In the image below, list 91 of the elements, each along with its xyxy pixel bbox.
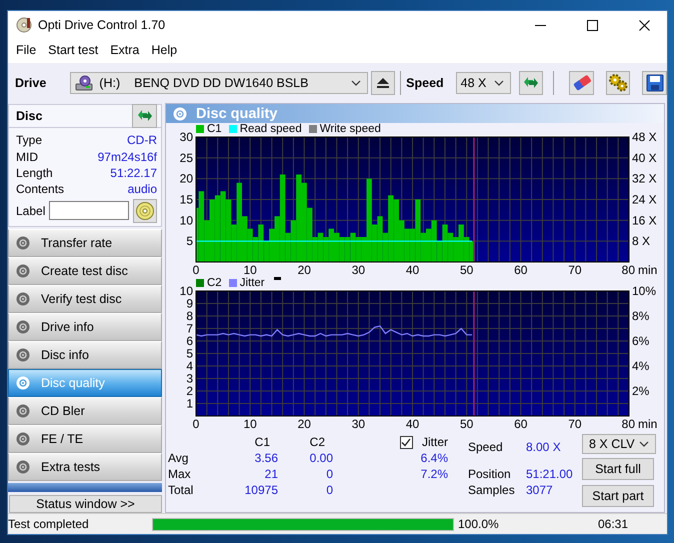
stat-value: 0 <box>325 466 333 482</box>
axis-label: 6% <box>632 334 650 348</box>
legend-label: Write speed <box>320 123 381 135</box>
axis-label: 6 <box>186 334 193 348</box>
field-label: Label <box>16 204 46 218</box>
legend-label: Jitter <box>240 277 265 289</box>
section-title: Disc <box>16 109 42 123</box>
axis-label: 25 <box>180 150 193 165</box>
field-value: audio <box>128 182 157 196</box>
stat-value: 10975 <box>244 482 278 498</box>
stat-value: 3.56 <box>254 450 278 466</box>
column-header: C1 <box>254 434 271 450</box>
axis-label: 8 <box>186 309 193 323</box>
axis-label: 20 <box>298 417 311 431</box>
axis-label: 20 <box>298 263 311 277</box>
axis-label: 0 <box>192 263 200 277</box>
axis-label: 0 <box>192 417 200 431</box>
axis-label: 70 <box>568 417 582 431</box>
progress-percent: 100.0% <box>458 517 500 531</box>
axis-label: 80 <box>622 263 635 277</box>
status-message: Test completed <box>8 517 90 531</box>
axis-label: 30 <box>180 130 193 144</box>
panel-title: Disc quality <box>196 106 278 122</box>
stat-value: 0.00 <box>308 450 333 466</box>
axis-label: 30 <box>352 263 366 277</box>
axis-label: 16 X <box>632 213 657 228</box>
axis-label: 4% <box>632 359 650 373</box>
axis-label: 32 X <box>632 172 657 186</box>
row-label: Total <box>168 482 194 498</box>
axis-label: 50 <box>460 263 474 277</box>
axis-label: 50 <box>460 417 474 431</box>
axis-label: 30 <box>352 417 366 431</box>
legend-label: C1 <box>207 123 222 135</box>
axis-label: 2% <box>632 384 650 398</box>
stat-value: 7.2% <box>420 466 449 482</box>
axis-label: 40 X <box>632 150 657 165</box>
window-title: Opti Drive Control 1.70 <box>38 18 166 32</box>
field-value: 97m24s16f <box>98 150 157 164</box>
axis-label: 5 <box>186 234 193 248</box>
elapsed-time: 06:31 <box>598 517 628 531</box>
axis-label: 10% <box>632 284 656 298</box>
legend-label: Read speed <box>240 123 302 135</box>
field-label: Contents <box>16 182 64 196</box>
speed-label: Speed <box>406 76 444 90</box>
axis-label: 4 <box>186 359 193 373</box>
axis-label: 10 <box>243 417 257 431</box>
stat-value: 0 <box>325 482 333 498</box>
axis-label: 40 <box>406 263 420 277</box>
axis-label: 9 <box>186 296 193 310</box>
stat-value: 21 <box>264 466 278 482</box>
row-label: Avg <box>168 450 190 466</box>
field-label: Type <box>16 133 42 148</box>
axis-label: 10 <box>180 213 193 228</box>
readout-value: 8.00 X <box>526 439 562 455</box>
axis-label: 2 <box>186 384 193 398</box>
field-value: 51:22.17 <box>110 166 157 180</box>
axis-label: 8% <box>632 309 650 323</box>
axis-label: 60 <box>514 417 528 431</box>
axis-title: min <box>638 263 658 277</box>
drive-label: Drive <box>15 76 46 90</box>
axis-label: 80 <box>622 417 635 431</box>
readout-label: Position <box>468 466 512 482</box>
stat-value: 6.4% <box>420 450 449 466</box>
row-label: Max <box>168 466 192 482</box>
axis-label: 3 <box>186 372 193 386</box>
axis-label: 60 <box>514 263 528 277</box>
axis-label: 5 <box>186 346 193 360</box>
field-label: Length <box>16 166 53 180</box>
axis-label: 7 <box>186 322 193 336</box>
readout-label: Speed <box>468 439 504 455</box>
axis-label: 24 X <box>632 192 657 206</box>
drive-name: BENQ DVD DD DW1640 BSLB <box>134 76 310 90</box>
axis-label: 48 X <box>632 130 657 144</box>
axis-label: 70 <box>568 263 582 277</box>
axis-label: 20 <box>180 172 193 186</box>
axis-title: min <box>638 417 658 431</box>
checkbox-label: Jitter <box>422 435 448 449</box>
readout-value: 51:21.00 <box>526 466 574 482</box>
axis-label: 15 <box>180 192 193 206</box>
column-header: C2 <box>308 434 326 450</box>
field-value: CD-R <box>127 133 157 148</box>
axis-label: 40 <box>406 417 420 431</box>
axis-label: 8 X <box>632 234 650 248</box>
field-label: MID <box>16 150 38 164</box>
readout-value: 3077 <box>526 482 554 498</box>
readout-label: Samples <box>468 482 516 498</box>
axis-label: 10 <box>243 263 257 277</box>
drive-letter: (H:) <box>99 76 120 90</box>
legend-label: C2 <box>207 277 222 289</box>
axis-label: 1 <box>186 396 193 410</box>
axis-label: 10 <box>180 284 193 298</box>
